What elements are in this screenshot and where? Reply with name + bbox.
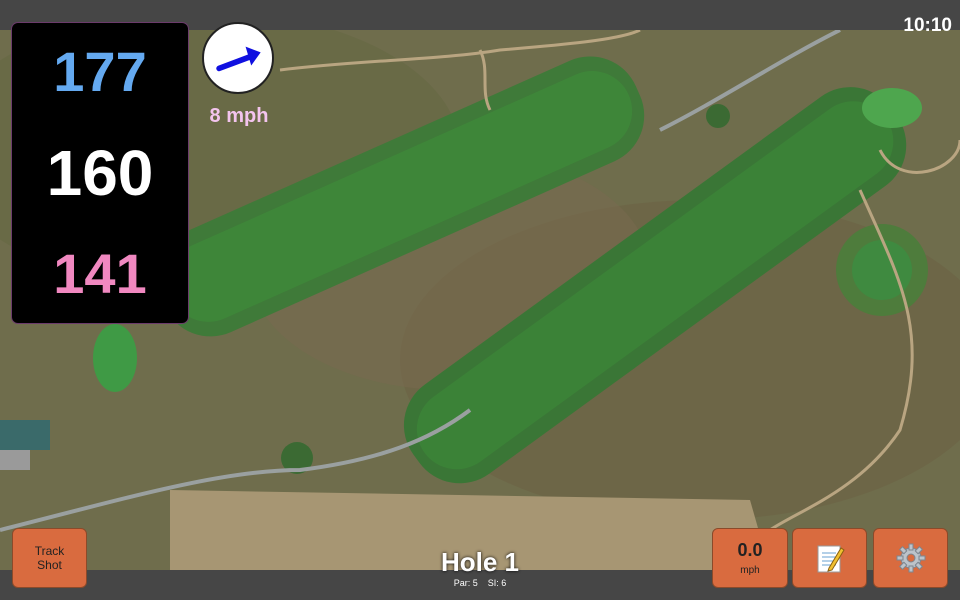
wind-direction-arrow-icon	[216, 46, 261, 72]
speed-unit: mph	[740, 565, 760, 576]
gear-icon	[896, 543, 925, 573]
speed-button[interactable]: 0.0 mph	[712, 528, 788, 588]
track-shot-button[interactable]: Track Shot	[12, 528, 87, 588]
hole-details: Par: 5 SI: 6	[380, 578, 580, 588]
wind-indicator	[202, 22, 274, 94]
settings-button[interactable]	[873, 528, 948, 588]
speed-value: 0.0	[737, 540, 763, 560]
yardage-panel: 177 160 141	[12, 23, 188, 323]
front-yardage: 141	[53, 242, 147, 306]
hole-title: Hole 1	[440, 547, 520, 577]
notes-button[interactable]	[792, 528, 867, 588]
track-shot-label-line2: Shot	[37, 558, 62, 572]
wind-speed: 8 mph	[209, 105, 269, 127]
notepad-icon	[817, 545, 845, 573]
center-yardage: 160	[46, 136, 154, 209]
hole-info: Hole 1 Par: 5 SI: 6	[380, 549, 580, 588]
clock: 10:10	[903, 15, 952, 36]
back-yardage: 177	[53, 39, 147, 103]
stroke-index-label: SI: 6	[487, 578, 507, 588]
par-label: Par: 5	[453, 578, 478, 588]
track-shot-label-line1: Track	[34, 543, 65, 558]
